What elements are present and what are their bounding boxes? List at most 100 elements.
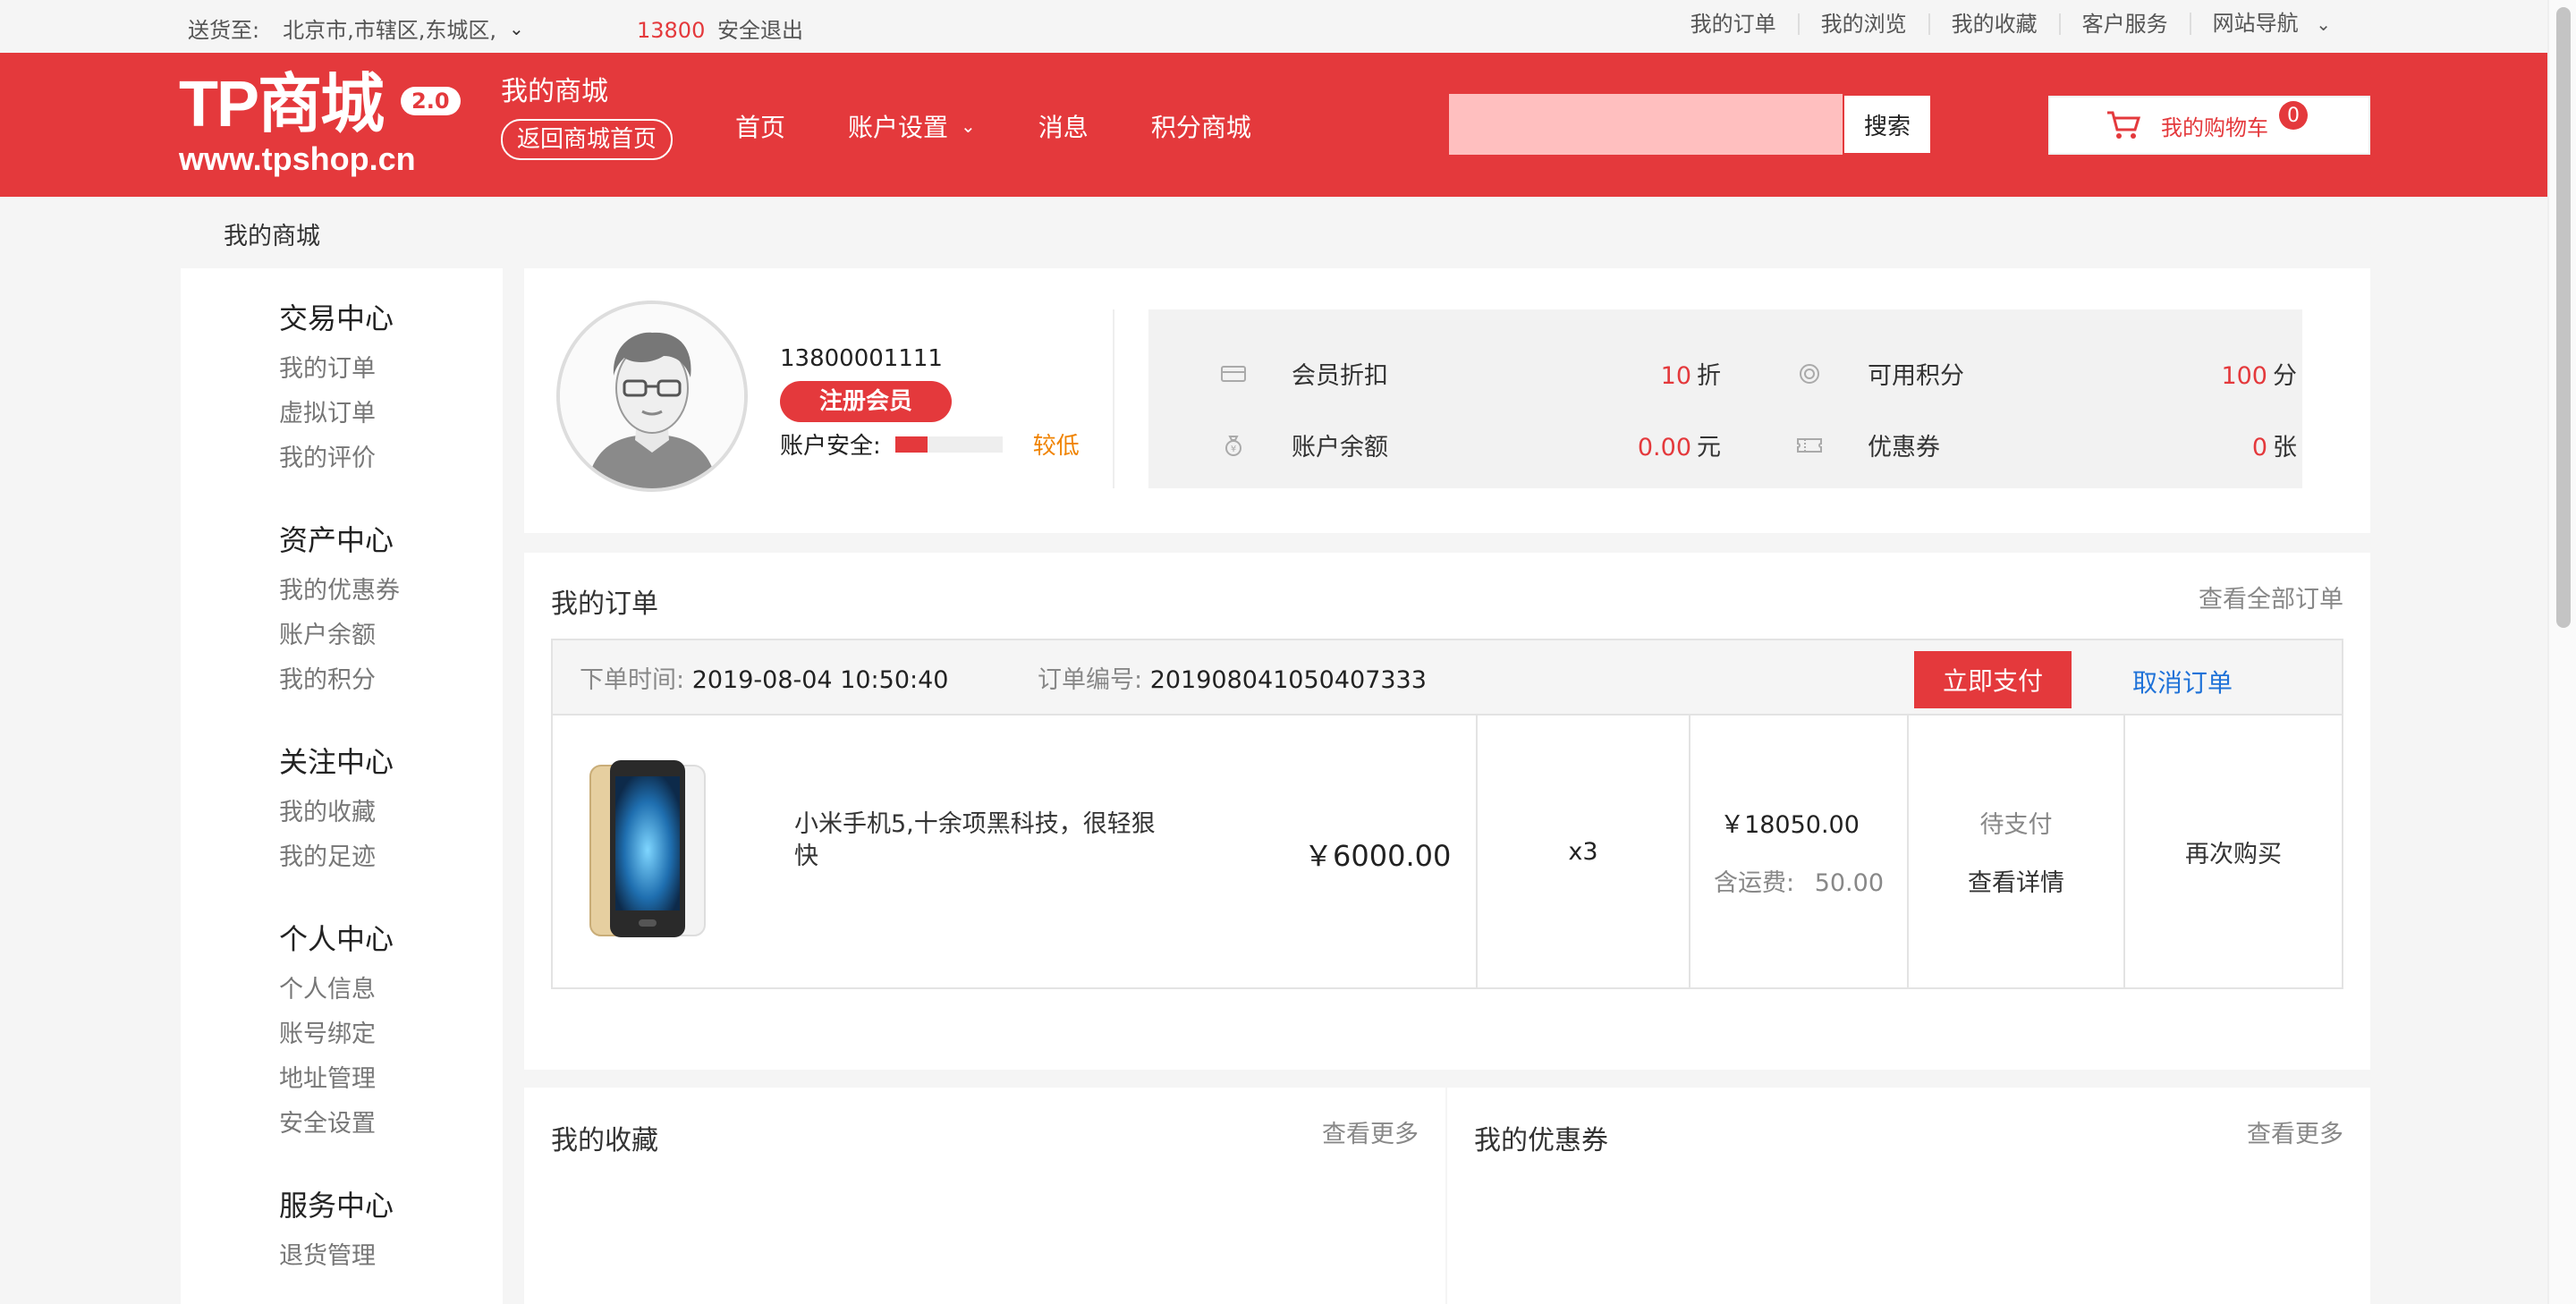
order-time-value: 2019-08-04 10:50:40 xyxy=(691,666,949,694)
sidebar-item-addresses[interactable]: 地址管理 xyxy=(279,1057,394,1102)
logout-link[interactable]: 安全退出 xyxy=(717,18,803,43)
favorites-more-link[interactable]: 查看更多 xyxy=(1322,1114,1419,1149)
sidebar-item-profile[interactable]: 个人信息 xyxy=(279,968,394,1012)
order-number-label: 订单编号: xyxy=(1038,666,1143,694)
order-number-value: 201908041050407333 xyxy=(1149,666,1427,694)
orders-panel: 我的订单 查看全部订单 下单时间: 2019-08-04 10:50:40 订单… xyxy=(524,553,2370,1070)
order-action-cell: 再次购买 xyxy=(2123,716,2342,987)
top-link-sitenav-label: 网站导航 xyxy=(2212,11,2299,36)
stat-coupons[interactable]: 优惠券 0张 xyxy=(1796,428,2297,462)
cancel-order-link[interactable]: 取消订单 xyxy=(2132,664,2233,699)
cart-label: 我的购物车 xyxy=(2161,114,2268,140)
sidebar-group-trade: 交易中心 我的订单 虚拟订单 我的评价 xyxy=(279,299,394,481)
sidebar-item-virtual-orders[interactable]: 虚拟订单 xyxy=(279,392,394,436)
search-button[interactable]: 搜索 xyxy=(1843,94,1932,155)
nav-messages[interactable]: 消息 xyxy=(1038,108,1089,144)
top-link-sitenav[interactable]: 网站导航 ⌄ xyxy=(2189,11,2352,36)
cart-icon xyxy=(2107,111,2141,139)
sidebar-group-title: 服务中心 xyxy=(279,1189,394,1223)
breadcrumb[interactable]: 我的商城 xyxy=(224,216,320,251)
sidebar-item-security[interactable]: 安全设置 xyxy=(279,1102,394,1147)
order-number: 订单编号: 201908041050407333 xyxy=(1038,660,1427,695)
header: TP商城 2.0 www.tpshop.cn 我的商城 返回商城首页 首页 账户… xyxy=(0,53,2547,197)
stat-label: 优惠券 xyxy=(1868,434,1940,461)
nav-points-mall[interactable]: 积分商城 xyxy=(1151,108,1251,144)
order-quantity-cell: x3 xyxy=(1476,716,1689,987)
stat-number: 0 xyxy=(2251,434,2267,461)
stat-unit: 折 xyxy=(1697,362,1721,390)
security-label: 账户安全: xyxy=(780,433,881,460)
ticket-icon xyxy=(1797,437,1822,453)
buy-again-link[interactable]: 再次购买 xyxy=(2185,834,2282,869)
main-nav: 首页 账户设置 ⌄ 消息 积分商城 xyxy=(735,108,1314,144)
user-phone: 13800001111 xyxy=(780,345,943,372)
user-avatar-icon xyxy=(560,304,744,488)
delivery-address[interactable]: 北京市,市辖区,东城区, xyxy=(283,13,496,44)
product-image[interactable] xyxy=(589,758,708,941)
order-product-cell: 小米手机5,十余项黑科技，很轻狠快 ￥6000.00 xyxy=(553,716,1474,987)
top-link-history[interactable]: 我的浏览 xyxy=(1797,13,1928,35)
top-link-service[interactable]: 客户服务 xyxy=(2058,13,2190,35)
order-time: 下单时间: 2019-08-04 10:50:40 xyxy=(580,660,948,695)
coupons-title: 我的优惠券 xyxy=(1474,1125,1608,1156)
phone-product-icon xyxy=(589,760,706,937)
sidebar: 交易中心 我的订单 虚拟订单 我的评价 资产中心 我的优惠券 账户余额 我的积分… xyxy=(181,268,503,1304)
order-shipping-label: 含运费: xyxy=(1714,869,1795,897)
sidebar-item-my-orders[interactable]: 我的订单 xyxy=(279,347,394,392)
sidebar-item-favorites[interactable]: 我的收藏 xyxy=(279,791,394,835)
stat-label: 可用积分 xyxy=(1868,362,1964,390)
coupons-more-link[interactable]: 查看更多 xyxy=(2247,1114,2343,1149)
sidebar-item-my-coupons[interactable]: 我的优惠券 xyxy=(279,569,400,614)
favorites-panel: 我的收藏 查看更多 xyxy=(524,1088,1445,1304)
sidebar-item-footprints[interactable]: 我的足迹 xyxy=(279,835,394,880)
search-bar: 搜索 xyxy=(1449,94,1932,155)
stat-unit: 元 xyxy=(1697,434,1721,461)
top-bar: 送货至: 北京市,市辖区,东城区, ⌄ 13800 安全退出 我的订单 我的浏览… xyxy=(0,0,2547,53)
member-level-badge: 注册会员 xyxy=(780,381,953,422)
product-name-link[interactable]: 小米手机5,十余项黑科技，很轻狠快 xyxy=(794,809,1179,873)
top-link-favorites[interactable]: 我的收藏 xyxy=(1928,13,2059,35)
nav-account-settings[interactable]: 账户设置 ⌄ xyxy=(848,108,976,144)
sidebar-group-title: 个人中心 xyxy=(279,922,394,956)
delivery-location[interactable]: 送货至: 北京市,市辖区,东城区, ⌄ xyxy=(188,13,524,44)
money-bag-icon: ¥ xyxy=(1225,435,1241,456)
order-card: 下单时间: 2019-08-04 10:50:40 订单编号: 20190804… xyxy=(551,639,2343,989)
stat-discount[interactable]: 会员折扣 10 折 xyxy=(1220,356,1721,391)
chevron-down-icon[interactable]: ⌄ xyxy=(509,18,524,39)
order-shipping-value: 50.00 xyxy=(1814,869,1884,897)
order-header: 下单时间: 2019-08-04 10:50:40 订单编号: 20190804… xyxy=(553,640,2342,716)
sidebar-item-my-reviews[interactable]: 我的评价 xyxy=(279,436,394,481)
stat-unit: 张 xyxy=(2273,434,2297,461)
sidebar-item-returns[interactable]: 退货管理 xyxy=(279,1234,394,1279)
security-level[interactable]: 较低 xyxy=(1033,428,1080,461)
sidebar-item-balance[interactable]: 账户余额 xyxy=(279,614,400,658)
site-logo[interactable]: TP商城 2.0 www.tpshop.cn xyxy=(179,69,461,178)
stat-label: 会员折扣 xyxy=(1292,362,1388,390)
order-details-link[interactable]: 查看详情 xyxy=(1968,863,2064,898)
page-scrollbar[interactable] xyxy=(2547,0,2576,1304)
order-total-cell: ￥18050.00 含运费: 50.00 xyxy=(1689,716,1907,987)
top-link-orders[interactable]: 我的订单 xyxy=(1669,13,1798,35)
sidebar-item-my-points[interactable]: 我的积分 xyxy=(279,658,400,703)
logo-text: TP商城 xyxy=(179,69,385,140)
security-progress-fill xyxy=(894,436,928,453)
security-progress-bar xyxy=(894,436,1003,453)
account-security: 账户安全: 较低 xyxy=(780,428,1080,461)
chevron-down-icon: ⌄ xyxy=(961,115,976,137)
avatar[interactable] xyxy=(556,301,748,492)
scrollbar-thumb[interactable] xyxy=(2556,7,2571,628)
nav-home[interactable]: 首页 xyxy=(735,108,785,144)
search-input[interactable] xyxy=(1449,94,1843,155)
back-home-button[interactable]: 返回商城首页 xyxy=(501,119,674,160)
stat-balance[interactable]: ¥ 账户余额 0.00 元 xyxy=(1220,428,1721,462)
product-quantity: x3 xyxy=(1568,837,1598,866)
stat-points[interactable]: 可用积分 100 分 xyxy=(1796,356,2297,391)
user-phone-short: 13800 xyxy=(637,18,706,43)
cart-button[interactable]: 我的购物车 0 xyxy=(2048,96,2370,155)
sidebar-item-account-binding[interactable]: 账号绑定 xyxy=(279,1012,394,1057)
view-all-orders-link[interactable]: 查看全部订单 xyxy=(2199,580,2343,614)
cart-count-badge: 0 xyxy=(2279,101,2308,130)
stat-value: 10 折 xyxy=(1506,356,1721,391)
stat-value: 100 分 xyxy=(2082,356,2297,391)
pay-now-button[interactable]: 立即支付 xyxy=(1914,651,2072,708)
